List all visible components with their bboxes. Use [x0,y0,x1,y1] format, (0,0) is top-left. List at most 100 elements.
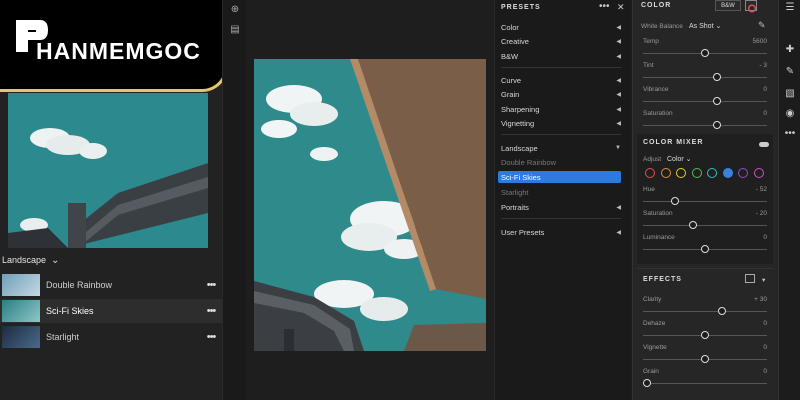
slider-handle[interactable] [712,121,721,129]
slider-handle[interactable] [670,197,679,205]
bw-button[interactable]: B&W [715,0,741,11]
slider-track[interactable] [643,125,767,126]
preset-group-portraits[interactable]: Portraits ◀ [501,201,625,213]
color-mixer-toggle[interactable] [759,142,769,147]
group-label: Creative [501,36,529,46]
more-icon[interactable]: ••• [599,1,610,12]
preset-item-sci-fi-skies[interactable]: Sci-Fi Skies ••• [0,299,222,323]
eyedropper-icon[interactable]: ✎ [758,20,766,31]
group-label: Sharpening [501,104,540,114]
color-swatch[interactable] [691,168,702,178]
landscape-group-header[interactable]: Landscape ⌄ [0,250,59,270]
adjust-value: Color [667,156,684,163]
group-label: Portraits [501,202,529,212]
white-balance-value: As Shot [689,23,714,30]
divider [501,218,621,219]
slider-track[interactable] [643,77,767,78]
slider-track[interactable] [643,311,767,312]
preset-item-double-rainbow[interactable]: Double Rainbow ••• [0,273,222,297]
collapse-arrow-icon: ◀ [616,120,621,127]
preset-group-creative[interactable]: Creative ◀ [501,35,625,47]
group-label: User Presets [501,227,545,237]
expand-arrow-icon: ▼ [615,145,621,151]
divider [501,134,621,135]
slider-label: Temp [643,38,659,45]
right-tool-strip: ☰ ✚ ✎ ▧ ◉ ••• [778,0,800,400]
preset-group-sharpening[interactable]: Sharpening ◀ [501,103,625,115]
chevron-down-icon[interactable]: ▾ [762,276,765,284]
brush-icon[interactable]: ✎ [784,66,796,78]
color-swatch[interactable] [738,168,748,178]
color-swatch[interactable] [645,168,655,178]
group-label: Curve [501,75,522,85]
color-swatch[interactable] [676,168,686,178]
close-icon[interactable]: ✕ [617,2,625,13]
slider-value: 0 [763,110,767,117]
slider-label: Tint [643,62,654,69]
slider-track[interactable] [643,201,767,202]
preset-sci-fi-skies[interactable]: Sci-Fi Skies [498,171,621,183]
slider-handle[interactable] [718,307,727,315]
divider [501,67,621,68]
effects-panel-icon[interactable] [745,274,755,283]
preset-group-curve[interactable]: Curve ◀ [501,74,625,86]
color-swatch[interactable] [722,168,733,178]
lightroom-window: Landscape ⌄ Double Rainbow ••• Sci-Fi Sk… [0,0,800,400]
radial-icon[interactable]: ◉ [784,108,796,120]
preset-group-landscape[interactable]: Landscape ▼ [501,142,625,154]
gradient-icon[interactable]: ▧ [784,88,796,100]
collapse-arrow-icon: ◀ [616,24,621,31]
healing-icon[interactable]: ✚ [784,44,796,56]
slider-handle[interactable] [701,355,709,363]
slider-handle[interactable] [643,379,651,387]
preset-double-rainbow[interactable]: Double Rainbow [501,156,625,168]
preset-label: Sci-Fi Skies [501,172,541,182]
chevron-down-icon: ⌄ [51,254,60,266]
preset-item-starlight[interactable]: Starlight ••• [0,325,222,349]
preset-group-user-presets[interactable]: User Presets ◀ [501,226,625,238]
preset-group-bw[interactable]: B&W ◀ [501,50,625,62]
slider-track[interactable] [643,225,767,226]
slider-handle[interactable] [712,73,721,81]
preset-group-vignetting[interactable]: Vignetting ◀ [501,117,625,129]
brand-logo: HANMEMGOC [0,0,228,92]
preset-label: Starlight [46,332,80,342]
more-icon[interactable]: ••• [200,305,222,317]
white-balance-dropdown[interactable]: As Shot ⌄ [689,22,721,30]
slider-label: Saturation [643,210,673,217]
preset-starlight[interactable]: Starlight [501,186,625,198]
group-label: Vignetting [501,118,535,128]
add-icon[interactable]: ⊕ [229,4,241,16]
preset-group-grain[interactable]: Grain ◀ [501,88,625,100]
slider-value: 0 [763,368,767,375]
slider-handle[interactable] [701,49,709,57]
collapse-arrow-icon: ◀ [616,229,621,236]
adjust-dropdown[interactable]: Color ⌄ [667,155,692,163]
sliders-icon[interactable]: ☰ [784,2,796,14]
more-icon[interactable]: ••• [200,279,222,291]
more-icon[interactable]: ••• [200,331,222,343]
slider-handle[interactable] [701,245,709,253]
divider [637,268,773,269]
slider-handle[interactable] [701,331,709,339]
slider-value: 0 [763,320,767,327]
preset-preview-image [8,93,208,248]
preset-group-color[interactable]: Color ◀ [501,21,625,33]
slider-track[interactable] [643,383,767,384]
edit-panel: COLOR B&W White Balance As Shot ⌄ ✎ Temp… [632,0,778,400]
photo-canvas [246,0,494,400]
slider-value: 5600 [752,38,767,45]
color-swatch[interactable] [707,168,717,178]
library-icon[interactable]: ▤ [229,24,241,36]
group-label: Landscape [2,255,47,265]
color-swatch[interactable] [753,168,764,178]
slider-value: + 30 [754,296,767,303]
slider-value: - 20 [755,210,767,217]
color-mode-button[interactable] [745,0,757,13]
collapse-arrow-icon: ◀ [616,204,621,211]
slider-track[interactable] [643,101,767,102]
color-swatch[interactable] [660,168,671,178]
group-label: Landscape [501,143,538,153]
slider-handle[interactable] [712,97,721,105]
more-icon[interactable]: ••• [784,128,796,140]
